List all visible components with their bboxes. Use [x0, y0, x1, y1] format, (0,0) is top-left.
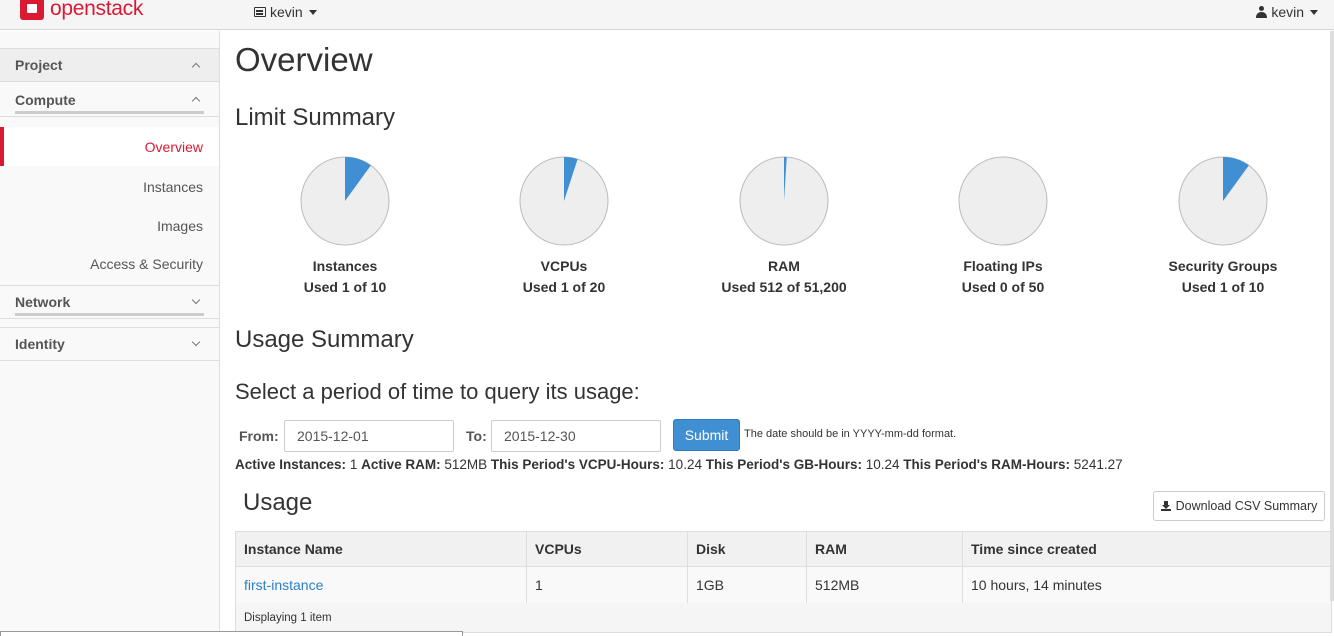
limit-pie-instances: Instances Used 1 of 10	[235, 155, 455, 295]
limit-usage-text: Used 512 of 51,200	[721, 279, 847, 295]
openstack-logo-icon	[20, 0, 44, 20]
ram-hours-value: 5241.27	[1073, 457, 1123, 472]
limit-pie-security-groups: Security Groups Used 1 of 10	[1113, 155, 1333, 295]
sidebar-item-label: Instances	[143, 178, 203, 195]
brand-logo[interactable]: openstack	[20, 0, 143, 22]
user-dropdown-label: kevin	[1271, 4, 1304, 20]
chevron-down-icon	[191, 337, 201, 347]
limit-name: Floating IPs	[963, 258, 1043, 274]
vcpu-hours-value: 10.24	[668, 457, 702, 472]
gb-hours-label: This Period's GB-Hours:	[705, 457, 862, 472]
brand-name: openstack	[50, 0, 144, 20]
cell-time-since-created: 10 hours, 14 minutes	[962, 566, 1332, 604]
sidebar-section-network[interactable]: Network	[0, 285, 219, 319]
user-icon	[1256, 6, 1268, 18]
from-date-input[interactable]	[284, 420, 454, 452]
vertical-scrollbar[interactable]	[1330, 31, 1334, 601]
cell-vcpus: 1	[526, 566, 688, 604]
gb-hours-value: 10.24	[865, 457, 900, 472]
column-header-vcpus[interactable]: VCPUs	[526, 531, 688, 567]
table-header-row: Instance Name VCPUs Disk RAM Time since …	[235, 531, 1332, 567]
project-icon	[254, 7, 266, 17]
caret-down-icon	[1310, 9, 1318, 15]
section-underline	[15, 313, 204, 316]
top-navbar: openstack kevin kevin	[0, 0, 1334, 30]
sidebar-item-label: Overview	[144, 138, 203, 155]
pie-background	[958, 156, 1048, 246]
date-format-help: The date should be in YYYY-mm-dd format.	[744, 428, 957, 440]
from-label: From:	[239, 428, 279, 444]
to-date-input[interactable]	[491, 420, 661, 452]
limit-usage-text: Used 1 of 10	[303, 279, 387, 295]
table-footer: Displaying 1 item	[235, 603, 1332, 633]
sidebar-item-instances[interactable]: Instances	[0, 167, 219, 206]
pie-chart	[519, 156, 609, 246]
pie-chart	[958, 156, 1048, 246]
active-ram-value: 512MB	[444, 457, 488, 472]
sidebar-item-overview[interactable]: Overview	[0, 127, 219, 166]
instance-link[interactable]: first-instance	[244, 577, 323, 593]
sidebar-item-label: Access & Security	[90, 255, 203, 272]
sidebar-section-label: Identity	[15, 336, 65, 352]
sidebar: Project Compute Overview Instances Image…	[0, 31, 220, 636]
chevron-up-icon	[191, 62, 201, 72]
sidebar-section-compute[interactable]: Compute	[0, 83, 219, 117]
limit-name: Instances	[312, 258, 378, 274]
cell-ram: 512MB	[806, 566, 963, 604]
limit-pie-ram: RAM Used 512 of 51,200	[674, 155, 894, 295]
limit-name: VCPUs	[540, 258, 588, 274]
sidebar-item-access-security[interactable]: Access & Security	[0, 244, 219, 283]
limit-pie-vcpus: VCPUs Used 1 of 20	[454, 155, 674, 295]
download-csv-label: Download CSV Summary	[1175, 499, 1318, 513]
limit-name: RAM	[768, 258, 800, 274]
limit-usage-text: Used 1 of 10	[1181, 279, 1265, 295]
sidebar-section-label: Network	[15, 294, 71, 310]
active-instances-label: Active Instances:	[235, 457, 347, 472]
limit-summary-heading: Limit Summary	[235, 104, 396, 131]
chevron-down-icon	[191, 295, 201, 305]
column-header-time-since-created[interactable]: Time since created	[962, 531, 1332, 567]
limit-pie-floating-ips: Floating IPs Used 0 of 50	[893, 155, 1113, 295]
vcpu-hours-label: This Period's VCPU-Hours:	[490, 457, 665, 472]
usage-stats: Active Instances: 1 Active RAM: 512MB Th…	[235, 457, 1123, 472]
download-csv-button[interactable]: Download CSV Summary	[1153, 491, 1325, 521]
sidebar-section-label: Project	[15, 57, 63, 73]
column-header-instance-name[interactable]: Instance Name	[235, 531, 527, 567]
limit-usage-text: Used 1 of 20	[522, 279, 606, 295]
limit-usage-text: Used 0 of 50	[961, 279, 1045, 295]
page-title: Overview	[235, 41, 373, 78]
active-instances-value: 1	[349, 457, 358, 472]
column-header-ram[interactable]: RAM	[806, 531, 963, 567]
project-dropdown-label: kevin	[270, 4, 303, 20]
query-period-heading: Select a period of time to query its usa…	[235, 379, 640, 404]
table-row: first-instance 1 1GB 512MB 10 hours, 14 …	[235, 566, 1332, 604]
section-underline	[15, 111, 204, 114]
caret-down-icon	[308, 9, 317, 15]
submit-button[interactable]: Submit	[673, 419, 740, 451]
usage-table: Instance Name VCPUs Disk RAM Time since …	[235, 531, 1332, 604]
horizontal-scrollbar[interactable]	[0, 631, 463, 636]
cell-disk: 1GB	[687, 566, 807, 604]
pie-chart	[1178, 156, 1268, 246]
pie-chart	[739, 156, 829, 246]
ram-hours-label: This Period's RAM-Hours:	[903, 457, 1071, 472]
column-header-disk[interactable]: Disk	[687, 531, 807, 567]
sidebar-section-identity[interactable]: Identity	[0, 327, 219, 361]
usage-summary-heading: Usage Summary	[235, 326, 414, 353]
sidebar-section-label: Compute	[15, 91, 76, 108]
sidebar-section-project[interactable]: Project	[0, 48, 219, 82]
active-ram-label: Active RAM:	[361, 457, 441, 472]
usage-table-heading: Usage	[243, 489, 313, 516]
to-label: To:	[466, 428, 487, 444]
project-dropdown[interactable]: kevin	[254, 4, 317, 20]
chevron-up-icon	[191, 96, 201, 106]
sidebar-item-label: Images	[157, 217, 203, 234]
download-icon	[1160, 501, 1171, 511]
pie-chart	[300, 156, 390, 246]
sidebar-item-images[interactable]: Images	[0, 206, 219, 245]
user-dropdown[interactable]: kevin	[1256, 4, 1318, 20]
limit-name: Security Groups	[1168, 258, 1278, 274]
cell-instance-name: first-instance	[235, 566, 527, 604]
